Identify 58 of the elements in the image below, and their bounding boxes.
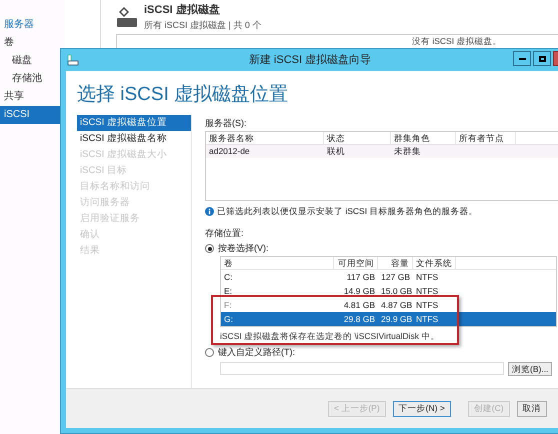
volume-row[interactable]: F: 4.81 GB 4.87 GB NTFS — [221, 298, 556, 312]
empty-message: 没有 iSCSI 虚拟磁盘。 — [412, 36, 502, 46]
column-header[interactable]: 卷 — [221, 257, 334, 270]
column-header[interactable]: 服务器名称 — [206, 132, 324, 144]
table-cell-text: 14.9 GB — [342, 285, 376, 298]
table-cell-text: 29.9 GB — [380, 313, 413, 326]
wizard-button[interactable]: 下一步(N) > — [392, 400, 451, 416]
path-field[interactable] — [220, 362, 504, 375]
server-row[interactable]: ad2012-de 联机 未群集 — [206, 145, 558, 158]
column-header[interactable]: 所有者节点 — [456, 132, 516, 144]
volume-row[interactable]: C: 117 GB 127 GB NTFS — [221, 270, 556, 284]
column-header[interactable]: 状态 — [324, 132, 391, 144]
wizard-icon — [67, 54, 79, 66]
section-title: iSCSI 虚拟磁盘 — [144, 2, 221, 18]
table-cell-text: NTFS — [415, 271, 440, 284]
table-cell-text: 未群集 — [393, 145, 422, 158]
table-cell-text: 4.81 GB — [342, 299, 376, 312]
dialog-heading: 选择 iSCSI 虚拟磁盘位置 — [77, 83, 290, 107]
note-text: iSCSI 虚拟磁盘将保存在选定卷的 \iSCSIVirtualDisk 中。 — [220, 330, 440, 343]
table-cell-text: 117 GB — [346, 271, 376, 284]
info-text: 已筛选此列表以便仅显示安装了 iSCSI 目标服务器角色的服务器。 — [217, 205, 478, 218]
disk-icon — [116, 6, 138, 28]
volume-row[interactable]: G: 29.8 GB 29.9 GB NTFS — [221, 312, 556, 326]
radio-label: 键入自定义路径(T): — [218, 346, 295, 359]
wizard-step[interactable]: iSCSI 虚拟磁盘位置 — [77, 115, 191, 131]
maximize-button[interactable] — [533, 51, 551, 66]
column-header[interactable]: 群集角色 — [391, 132, 456, 144]
servers-label: 服务器(S): — [205, 117, 248, 129]
table-cell-text: 4.87 GB — [380, 299, 413, 312]
wizard-button[interactable]: 取消 — [516, 400, 547, 416]
column-header[interactable]: 可用空间 — [334, 257, 378, 270]
table-cell-text: 127 GB — [380, 271, 411, 284]
table-cell-text: G: — [223, 313, 234, 326]
table-cell-text: NTFS — [415, 299, 440, 312]
info-icon — [205, 206, 214, 216]
browse-button[interactable]: 浏览(B)... — [508, 362, 552, 376]
section-subtitle: 所有 iSCSI 虚拟磁盘 | 共 0 个 — [144, 18, 262, 32]
table-cell-text: F: — [223, 299, 233, 312]
table-cell-text: NTFS — [415, 313, 440, 326]
table-cell-text: ad2012-de — [208, 145, 251, 158]
radio-button[interactable] — [205, 348, 214, 358]
table-cell-text: E: — [223, 285, 234, 298]
volume-row[interactable]: E: 14.9 GB 15.0 GB NTFS — [221, 284, 556, 298]
storage-label: 存储位置: — [205, 226, 245, 239]
radio-button[interactable] — [205, 244, 214, 253]
minimize-button[interactable] — [513, 51, 531, 66]
column-header[interactable]: 文件系统 — [413, 257, 456, 270]
wizard-step[interactable]: iSCSI 虚拟磁盘名称 — [77, 131, 191, 147]
nav-item[interactable]: 卷 — [0, 34, 65, 52]
dialog-title: 新建 iSCSI 虚拟磁盘向导 — [248, 52, 372, 68]
table-cell-text: 15.0 GB — [380, 285, 413, 298]
table-cell-text: 联机 — [326, 145, 346, 158]
nav-item[interactable]: 服务器 — [0, 16, 65, 34]
column-header[interactable]: 容量 — [378, 257, 413, 270]
table-cell-text: 29.8 GB — [342, 313, 376, 326]
radio-label: 按卷选择(V): — [218, 242, 268, 255]
table-cell-text: NTFS — [415, 285, 440, 298]
table-cell-text: C: — [223, 271, 234, 284]
